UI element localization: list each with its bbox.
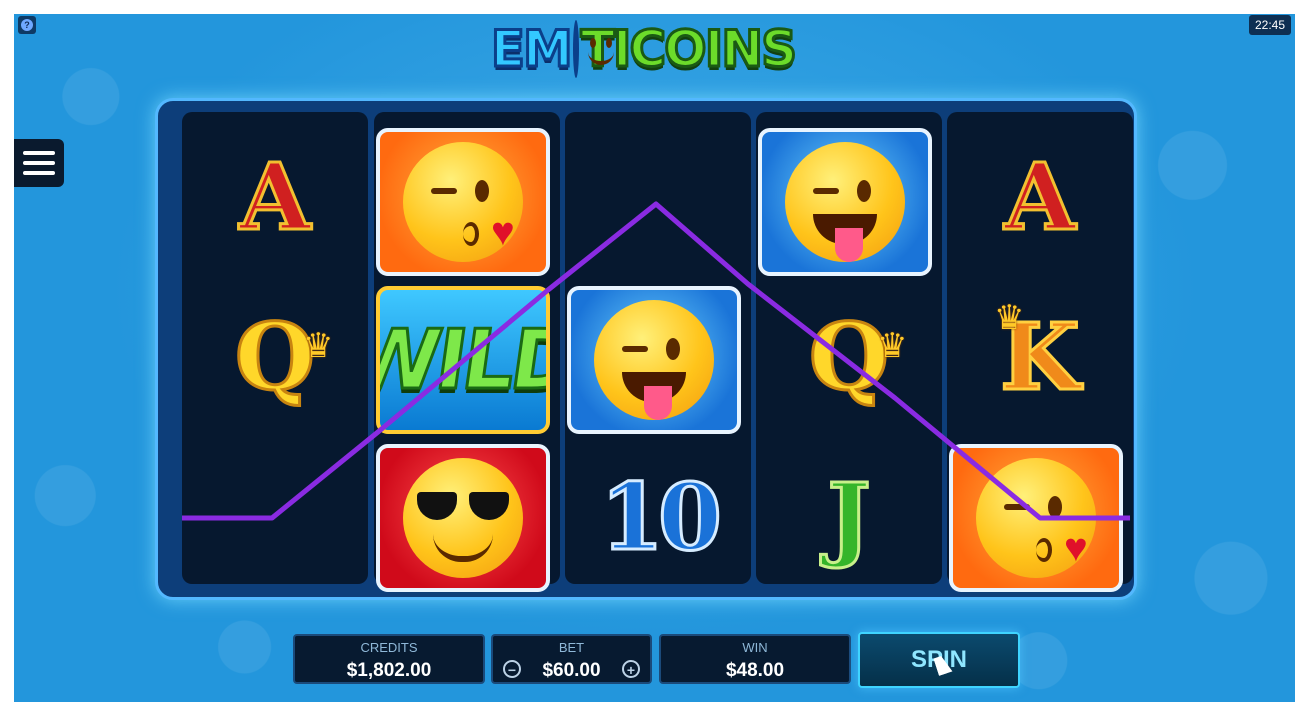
hamburger-icon — [23, 151, 55, 155]
kiss-face-icon: ♥ — [976, 458, 1096, 578]
symbol-kiss-emoji: ♥ — [376, 128, 550, 276]
smiley-icon — [572, 20, 614, 78]
heart-icon: ♥ — [1064, 526, 1088, 570]
win-value: $48.00 — [725, 660, 785, 681]
crown-icon: ♛ — [877, 327, 908, 365]
reel-2: ♥ WILD — [374, 112, 560, 592]
credits-panel: CREDITS $1,802.00 — [293, 634, 485, 684]
menu-button[interactable] — [14, 139, 64, 187]
symbol-king: K ♛ — [994, 299, 1081, 411]
symbol-queen: Q ♛ — [233, 303, 334, 411]
heart-icon: ♥ — [491, 210, 515, 254]
symbol-wild: WILD — [376, 286, 550, 434]
tongue-wink-face-icon — [594, 300, 714, 420]
symbol-tongue-wink-emoji — [567, 286, 741, 434]
symbol-tongue-wink-emoji — [758, 128, 932, 276]
win-label: WIN — [742, 640, 768, 655]
question-icon: ? — [21, 19, 33, 31]
symbol-ten: 10 — [598, 463, 723, 571]
game-logo: EM TICOINS — [489, 10, 798, 88]
tongue-wink-face-icon — [785, 142, 905, 262]
kiss-face-icon: ♥ — [403, 142, 523, 262]
symbol-ace: A — [1003, 143, 1077, 251]
reel-1: A Q ♛ — [182, 112, 368, 584]
credits-label: CREDITS — [360, 640, 418, 655]
clock: 22:45 — [1248, 15, 1291, 35]
bet-increase-button[interactable]: + — [622, 660, 640, 678]
symbol-sunglasses-emoji — [376, 444, 550, 592]
symbol-kiss-emoji: ♥ — [949, 444, 1123, 592]
reel-4: Q ♛ J — [756, 112, 942, 584]
symbol-ace: A — [238, 143, 312, 251]
reel-5: A K ♛ ♥ — [947, 112, 1133, 592]
crown-icon: ♛ — [994, 299, 1025, 337]
symbol-jack: J — [826, 463, 872, 571]
credits-value: $1,802.00 — [346, 660, 432, 681]
sunglasses-face-icon — [403, 458, 523, 578]
reel-3: 10 — [565, 112, 751, 584]
win-panel: WIN $48.00 — [659, 634, 851, 684]
help-button[interactable]: ? — [18, 16, 36, 34]
logo-text-left: EM — [489, 19, 574, 80]
crown-icon: ♛ — [303, 327, 334, 365]
bet-label: BET — [558, 640, 585, 655]
bet-panel: BET − $60.00 + — [491, 634, 652, 684]
symbol-queen: Q ♛ — [807, 303, 908, 411]
